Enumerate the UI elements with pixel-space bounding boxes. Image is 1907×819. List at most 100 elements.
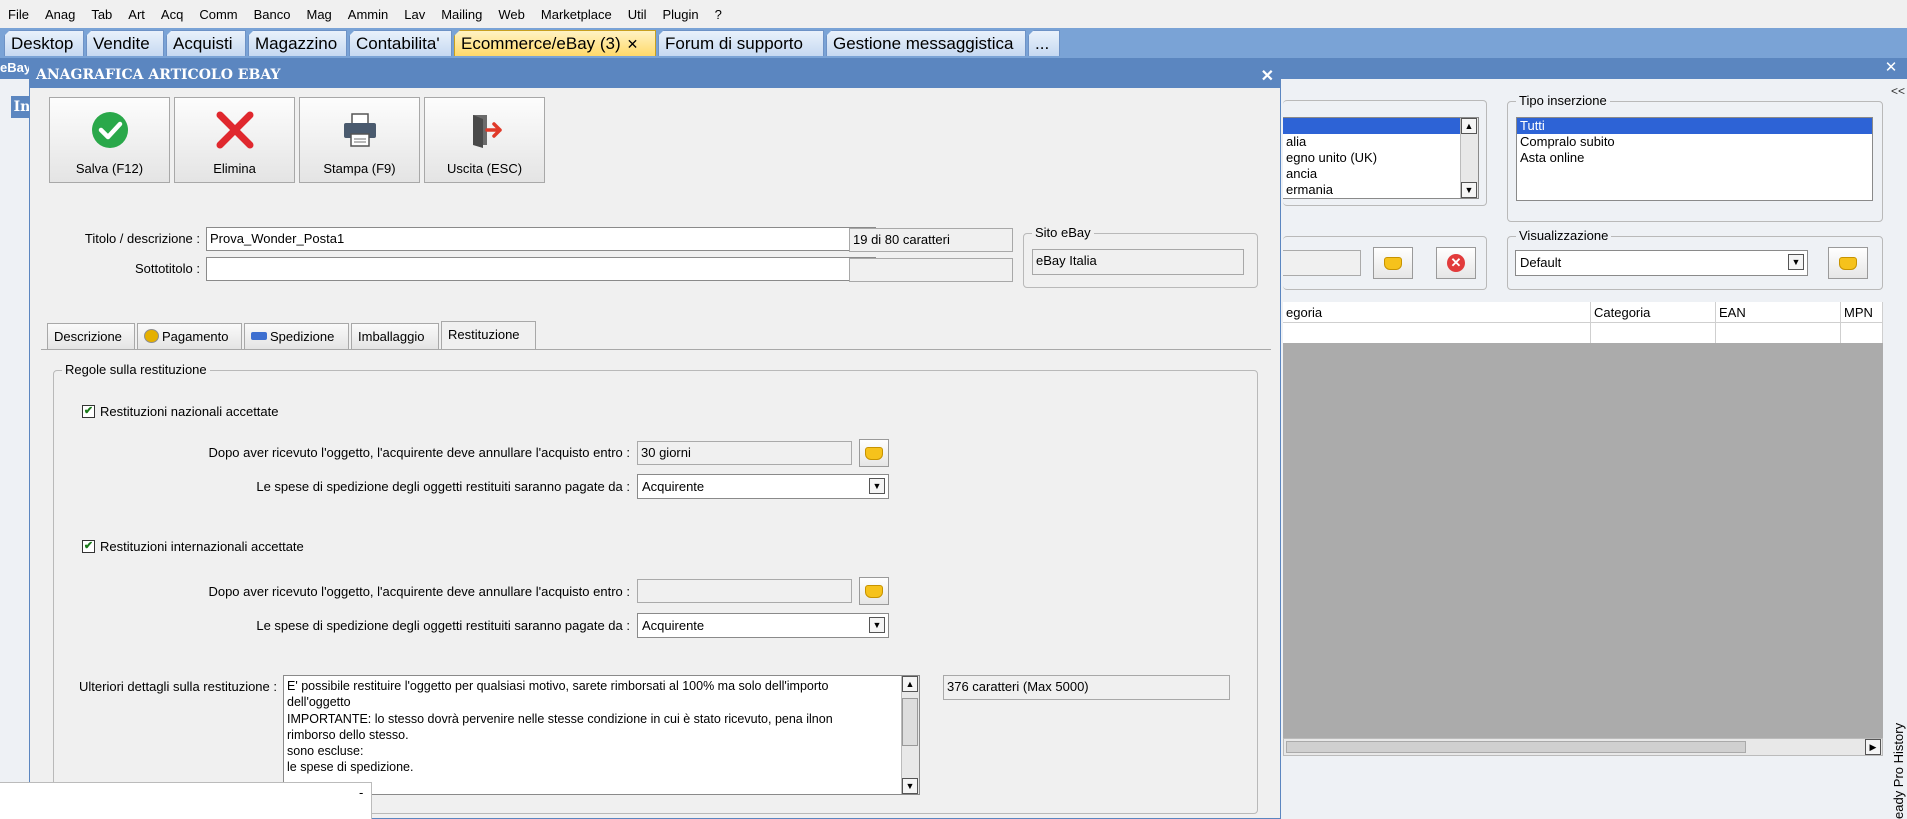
site-list[interactable]: alia egno unito (UK) ancia ermania ▲ ▼ — [1283, 117, 1479, 199]
grid-header-mpn[interactable]: MPN — [1841, 302, 1883, 323]
text-line: dell'oggetto — [287, 695, 351, 710]
titolo-input[interactable]: Prova_Wonder_Posta1 — [206, 227, 876, 251]
scroll-right-icon[interactable]: ▶ — [1865, 739, 1881, 755]
list-item[interactable]: ancia — [1283, 166, 1478, 182]
side-panel-tabs[interactable]: eady Pro History — [1891, 690, 1907, 819]
table-row[interactable] — [1591, 323, 1716, 343]
scroll-up-icon[interactable]: ▲ — [1461, 118, 1477, 134]
tab-descrizione[interactable]: Descrizione — [47, 323, 135, 349]
list-item[interactable]: ermania — [1283, 182, 1478, 198]
dettagli-textarea[interactable]: E' possibile restituire l'oggetto per qu… — [283, 675, 920, 795]
chevron-down-icon[interactable]: ▼ — [1788, 254, 1804, 270]
tab-label: Ecommerce/eBay (3) — [461, 34, 621, 53]
scroll-up-icon[interactable]: ▲ — [902, 676, 918, 692]
tab-contabilita[interactable]: Contabilita' — [349, 30, 452, 56]
dettagli-scrollbar[interactable]: ▲ ▼ — [901, 676, 919, 794]
tab-vendite[interactable]: Vendite — [86, 30, 164, 56]
scrollbar-thumb[interactable] — [1286, 741, 1746, 753]
menu-item-file[interactable]: File — [0, 7, 37, 22]
close-icon[interactable]: ✕ — [1261, 66, 1274, 86]
list-item[interactable] — [1283, 118, 1478, 134]
open-folder-button[interactable] — [1373, 247, 1413, 279]
sottotitolo-input[interactable] — [206, 257, 876, 281]
naz-entro-field[interactable]: 30 giorni — [637, 441, 852, 465]
save-button[interactable]: Salva (F12) — [49, 97, 170, 183]
grid-horizontal-scrollbar[interactable]: ▶ — [1283, 738, 1883, 756]
table-row[interactable] — [1841, 323, 1883, 343]
tab-more[interactable]: ... — [1028, 30, 1060, 56]
table-row[interactable] — [1716, 323, 1841, 343]
tab-imballaggio[interactable]: Imballaggio — [351, 323, 439, 349]
visualizzazione-folder-button[interactable] — [1828, 247, 1868, 279]
menu-item-mag[interactable]: Mag — [298, 7, 339, 22]
grid-header-categoria[interactable]: Categoria — [1591, 302, 1716, 323]
int-entro-field[interactable] — [637, 579, 852, 603]
close-icon[interactable]: ✕ — [627, 36, 639, 52]
menu-item-acq[interactable]: Acq — [153, 7, 191, 22]
tipo-inserzione-groupbox: Tipo inserzione Tutti Compralo subito As… — [1507, 93, 1883, 222]
tipo-inserzione-list[interactable]: Tutti Compralo subito Asta online — [1516, 117, 1873, 201]
print-button[interactable]: Stampa (F9) — [299, 97, 420, 183]
menu-item-lav[interactable]: Lav — [396, 7, 433, 22]
list-item-asta-online[interactable]: Asta online — [1517, 150, 1872, 166]
int-entro-select-button[interactable] — [859, 577, 889, 605]
menu-item-marketplace[interactable]: Marketplace — [533, 7, 620, 22]
grid-header-ean[interactable]: EAN — [1716, 302, 1841, 323]
menu-item-ammin[interactable]: Ammin — [340, 7, 396, 22]
button-label: Uscita (ESC) — [446, 161, 523, 176]
chevron-down-icon[interactable]: ▼ — [869, 617, 885, 633]
button-label: Salva (F12) — [75, 161, 144, 176]
exit-button[interactable]: Uscita (ESC) — [424, 97, 545, 183]
text-line: rimborso dello stesso. — [287, 727, 409, 742]
site-list-scrollbar[interactable]: ▲ ▼ — [1460, 118, 1478, 198]
naz-entro-select-button[interactable] — [859, 439, 889, 467]
menu-item-art[interactable]: Art — [120, 7, 153, 22]
collapse-panel-icon[interactable]: << — [1891, 84, 1907, 98]
menu-item-anag[interactable]: Anag — [37, 7, 83, 22]
menu-item-comm[interactable]: Comm — [191, 7, 245, 22]
list-item[interactable]: alia — [1283, 134, 1478, 150]
naz-spese-select[interactable]: Acquirente ▼ — [637, 474, 889, 499]
tab-pagamento[interactable]: Pagamento — [137, 323, 242, 349]
menu-item-banco[interactable]: Banco — [246, 7, 299, 22]
minimize-glyph[interactable]: - — [359, 785, 363, 800]
scroll-down-icon[interactable]: ▼ — [1461, 182, 1477, 198]
menu-item-plugin[interactable]: Plugin — [654, 7, 706, 22]
tab-desktop[interactable]: Desktop — [4, 30, 84, 56]
titolo-label: Titolo / descrizione : — [84, 231, 200, 246]
scroll-down-icon[interactable]: ▼ — [902, 778, 918, 794]
int-spese-label: Le spese di spedizione degli oggetti res… — [256, 618, 630, 633]
delete-button[interactable]: Elimina — [174, 97, 295, 183]
tab-magazzino[interactable]: Magazzino — [248, 30, 347, 56]
button-label: Elimina — [213, 161, 256, 176]
tab-spedizione[interactable]: Spedizione — [244, 323, 349, 349]
tab-forum-supporto[interactable]: Forum di supporto — [658, 30, 824, 56]
sottotitolo-char-count — [849, 258, 1013, 282]
close-icon[interactable]: ✕ — [1883, 59, 1899, 77]
tab-restituzione[interactable]: Restituzione — [441, 321, 536, 349]
menu-item-mailing[interactable]: Mailing — [433, 7, 490, 22]
tab-gestione-messaggistica[interactable]: Gestione messaggistica — [826, 30, 1026, 56]
restituzioni-internazionali-checkbox[interactable]: ✔ — [82, 540, 95, 553]
clear-filter-button[interactable]: ✕ — [1436, 247, 1476, 279]
tab-acquisti[interactable]: Acquisti — [166, 30, 246, 56]
tab-ecommerce-ebay[interactable]: Ecommerce/eBay (3) ✕ — [454, 30, 656, 56]
menu-item-help[interactable]: ? — [707, 7, 730, 22]
chevron-down-icon[interactable]: ▼ — [869, 478, 885, 494]
filter-field[interactable] — [1283, 250, 1361, 276]
int-spese-select[interactable]: Acquirente ▼ — [637, 613, 889, 638]
visualizzazione-select[interactable]: Default ▼ — [1515, 250, 1808, 276]
grid-empty-area — [1283, 343, 1883, 738]
menu-item-web[interactable]: Web — [490, 7, 533, 22]
list-item-tutti[interactable]: Tutti — [1517, 118, 1872, 134]
menu-item-tab[interactable]: Tab — [83, 7, 120, 22]
list-item-compralo-subito[interactable]: Compralo subito — [1517, 134, 1872, 150]
menu-item-util[interactable]: Util — [620, 7, 655, 22]
scrollbar-thumb[interactable] — [902, 698, 918, 746]
tab-label: Desktop — [11, 34, 74, 53]
restituzioni-nazionali-checkbox[interactable]: ✔ — [82, 405, 95, 418]
table-row[interactable] — [1283, 323, 1591, 343]
list-item[interactable]: egno unito (UK) — [1283, 150, 1478, 166]
grid-header-categoria-partial[interactable]: egoria — [1283, 302, 1591, 323]
tab-label: Contabilita' — [356, 34, 440, 53]
